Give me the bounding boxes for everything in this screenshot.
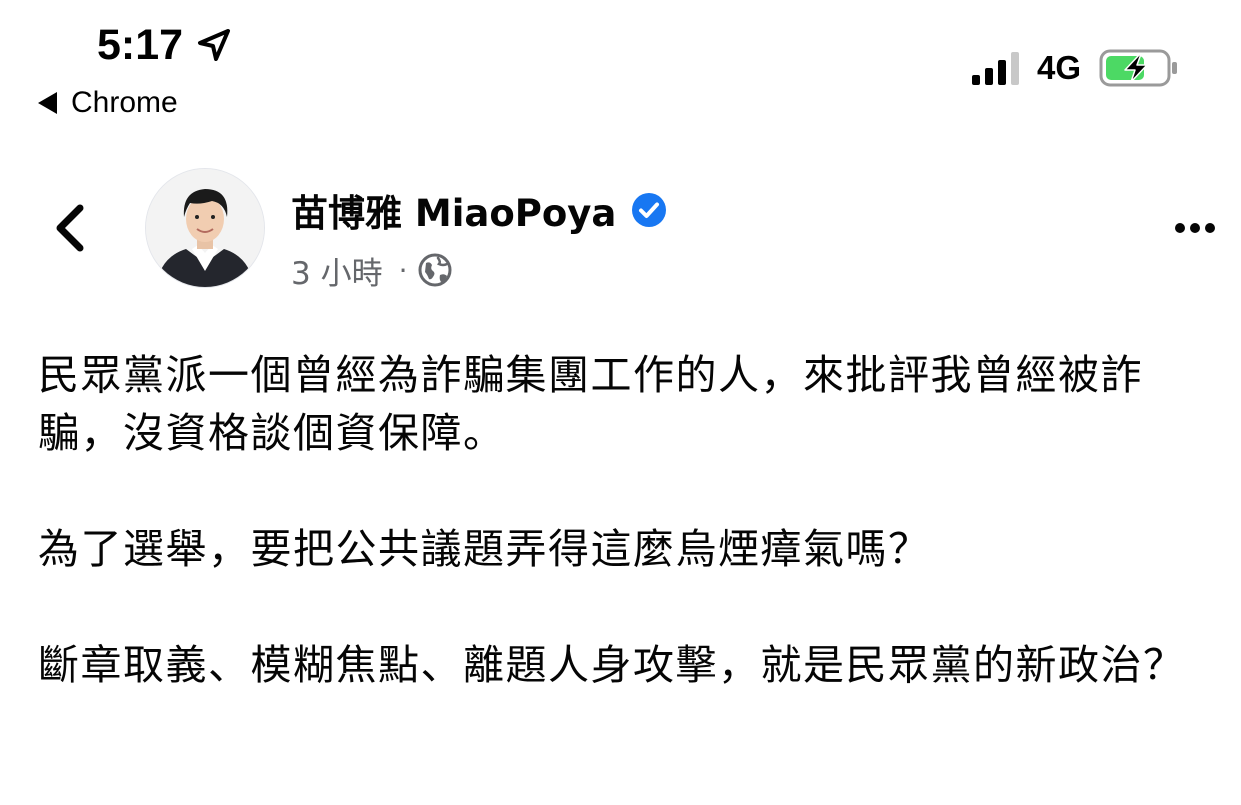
more-options-button[interactable]	[1168, 212, 1222, 244]
status-time: 5:17	[97, 20, 233, 70]
status-time-text: 5:17	[97, 20, 184, 69]
back-button[interactable]	[50, 202, 90, 254]
signal-icon	[971, 51, 1019, 85]
more-dot	[1205, 223, 1215, 233]
post-paragraph: 為了選舉，要把公共議題弄得這麼烏煙瘴氣嗎？	[38, 525, 931, 573]
author-name: 苗博雅 MiaoPoya	[291, 192, 617, 235]
post-body: 民眾黨派一個曾經為詐騙集團工作的人，來批評我曾經被詐騙，沒資格談個資保障。 為了…	[38, 346, 1198, 694]
location-arrow-icon	[195, 26, 233, 64]
signal-bar	[1010, 52, 1019, 85]
network-label: 4G	[1036, 49, 1081, 86]
author-avatar[interactable]	[145, 168, 265, 288]
author-name-row[interactable]: 苗博雅 MiaoPoya	[291, 184, 668, 236]
back-triangle-icon	[38, 92, 57, 114]
status-indicators: 4G	[971, 48, 1179, 88]
signal-bar	[984, 68, 993, 85]
post-paragraph: 民眾黨派一個曾經為詐騙集團工作的人，來批評我曾經被詐騙，沒資格談個資保障。	[38, 351, 1143, 457]
more-dot	[1175, 223, 1185, 233]
more-dot	[1190, 223, 1200, 233]
post-paragraph: 斷章取義、模糊焦點、離題人身攻擊，就是民眾黨的新政治？	[38, 641, 1186, 689]
globe-icon[interactable]	[417, 252, 453, 288]
post-time[interactable]: 3 小時	[291, 248, 383, 293]
battery-charging-icon	[1099, 48, 1179, 88]
post-meta: 3 小時 ·	[291, 248, 453, 292]
chevron-left-icon	[50, 202, 90, 254]
meta-separator: ·	[398, 253, 408, 287]
back-to-app-link[interactable]: Chrome	[38, 84, 178, 122]
verified-badge-icon	[630, 191, 668, 229]
signal-bar	[971, 75, 980, 85]
signal-bar	[997, 60, 1006, 85]
back-to-app-label: Chrome	[71, 86, 178, 119]
more-icon	[1175, 223, 1215, 233]
